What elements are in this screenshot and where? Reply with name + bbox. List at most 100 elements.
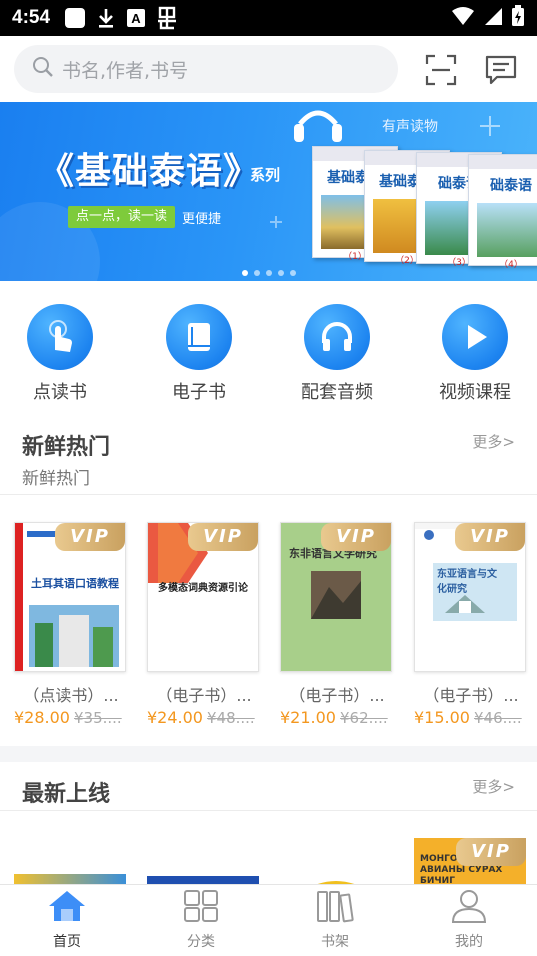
banner-dot[interactable] [254, 270, 260, 276]
ebook-icon [166, 304, 232, 370]
keyboard-a-icon: A [126, 6, 146, 30]
nav-home[interactable]: 首页 [0, 889, 134, 951]
product-price: ¥21.00 [280, 708, 336, 727]
product-prices: ¥21.00 ¥62.... [280, 708, 394, 727]
touch-icon [27, 304, 93, 370]
nav-label: 我的 [455, 934, 483, 950]
banner-book: 础泰语 （4） [468, 154, 537, 270]
product-old-price: ¥48.... [206, 709, 255, 727]
product-card[interactable]: 东非语言文学研究 VIP （电子书）... ¥21.00 ¥62.... [280, 522, 394, 727]
category-label: 视频课程 [439, 382, 511, 403]
banner-dot[interactable] [266, 270, 272, 276]
banner-title: 《基础泰语》 [38, 150, 261, 192]
nav-label: 首页 [53, 934, 81, 950]
product-price: ¥15.00 [414, 708, 470, 727]
banner-dot[interactable] [278, 270, 284, 276]
search-header: 书名,作者,书号 [0, 36, 537, 102]
new-product-cover[interactable] [280, 874, 392, 884]
category-ebook[interactable]: 电子书 [139, 300, 259, 404]
product-type: （电子书）... [423, 686, 519, 705]
message-icon [484, 55, 518, 91]
battery-icon [511, 5, 525, 31]
vip-badge: VIP [455, 523, 525, 551]
bottom-nav: 首页 分类 书架 我的 [0, 884, 537, 956]
product-cover: 多模态词典资源引论 VIP [147, 522, 259, 672]
wifi-icon [451, 6, 475, 30]
product-price: ¥24.00 [147, 708, 203, 727]
product-prices: ¥28.00 ¥35.... [14, 708, 128, 727]
headphones-icon [304, 304, 370, 370]
product-card[interactable]: 多模态词典资源引论 VIP （电子书）... ¥24.00 ¥48.... [147, 522, 261, 727]
category-grid: 点读书 电子书 配套音频 视频课程 [0, 300, 537, 410]
product-prices: ¥24.00 ¥48.... [147, 708, 261, 727]
category-video[interactable]: 视频课程 [415, 300, 535, 404]
cell-signal-icon [483, 6, 503, 30]
scan-icon [424, 54, 458, 91]
search-icon [32, 56, 54, 82]
banner-book-number: （4） [499, 260, 523, 270]
search-input[interactable]: 书名,作者,书号 [14, 45, 398, 93]
vip-badge: VIP [188, 523, 258, 551]
banner-tag-suffix: 更便捷 [182, 212, 222, 227]
category-label: 电子书 [172, 382, 226, 403]
vip-badge: VIP [456, 838, 526, 866]
divider [0, 494, 537, 495]
play-icon [442, 304, 508, 370]
product-old-price: ¥62.... [339, 709, 388, 727]
vip-badge: VIP [55, 523, 125, 551]
nav-label: 书架 [321, 934, 349, 950]
status-time: 4:54 [12, 7, 51, 28]
category-label: 点读书 [33, 382, 87, 403]
product-card[interactable]: 东亚语言与文化研究 VIP （电子书）... ¥15.00 ¥46.... [414, 522, 528, 727]
new-product-cover[interactable] [147, 876, 259, 884]
download-icon [96, 6, 116, 30]
new-section-title: 最新上线 [22, 782, 111, 807]
new-product-cover[interactable] [14, 874, 126, 884]
promo-banner[interactable]: 《基础泰语》 系列 点一点，读一读 更便捷 有声读物 基础泰语 （1） 基础泰语… [0, 102, 537, 281]
hot-section-title: 新鲜热门 [22, 435, 111, 460]
category-audio[interactable]: 配套音频 [277, 300, 397, 404]
product-cover: 东非语言文学研究 VIP [280, 522, 392, 672]
cover-title: 多模态词典资源引论 [158, 583, 248, 594]
bookshelf-icon [316, 891, 354, 927]
new-product-cover[interactable]: МОНГОЛ ... АВИАНЫ СУРАХ БИЧИГ VIP [414, 838, 526, 884]
section-gap [0, 746, 537, 762]
banner-dot[interactable] [290, 270, 296, 276]
product-prices: ¥15.00 ¥46.... [414, 708, 528, 727]
product-old-price: ¥46.... [473, 709, 522, 727]
scan-button[interactable] [424, 53, 458, 87]
svg-text:A: A [131, 11, 141, 26]
product-type: （电子书）... [289, 686, 385, 705]
profile-icon [450, 890, 488, 927]
notification-square-icon [64, 6, 86, 30]
search-placeholder: 书名,作者,书号 [62, 59, 189, 82]
banner-dot[interactable] [242, 270, 248, 276]
app-notification-icon [156, 6, 178, 30]
cover-title: 东亚语言与文化研究 [437, 569, 497, 595]
banner-audio-label: 有声读物 [382, 119, 438, 135]
product-cover: 东亚语言与文化研究 VIP [414, 522, 526, 672]
status-bar: 4:54 A [0, 0, 537, 36]
category-icon [183, 890, 219, 927]
category-touch-read[interactable]: 点读书 [0, 300, 120, 404]
product-card[interactable]: 土耳其语口语教程 VIP （点读书）... ¥28.00 ¥35.... [14, 522, 128, 727]
banner-book-name: 础泰语 [490, 178, 532, 194]
nav-label: 分类 [187, 934, 215, 950]
hot-more-link[interactable]: 更多> [472, 431, 515, 452]
new-more-link[interactable]: 更多> [472, 776, 515, 797]
banner-pagination [242, 270, 296, 276]
nav-category[interactable]: 分类 [134, 889, 268, 951]
vip-badge: VIP [321, 523, 391, 551]
product-cover: 土耳其语口语教程 VIP [14, 522, 126, 672]
product-type: （点读书）... [23, 686, 119, 705]
product-price: ¥28.00 [14, 708, 70, 727]
product-type: （电子书）... [156, 686, 252, 705]
product-old-price: ¥35.... [73, 709, 122, 727]
banner-series-label: 系列 [250, 166, 281, 184]
home-icon [47, 891, 87, 927]
nav-bookshelf[interactable]: 书架 [268, 889, 402, 951]
message-button[interactable] [484, 53, 518, 87]
cover-title: 土耳其语口语教程 [31, 577, 119, 590]
category-label: 配套音频 [301, 382, 373, 403]
nav-profile[interactable]: 我的 [402, 889, 536, 951]
